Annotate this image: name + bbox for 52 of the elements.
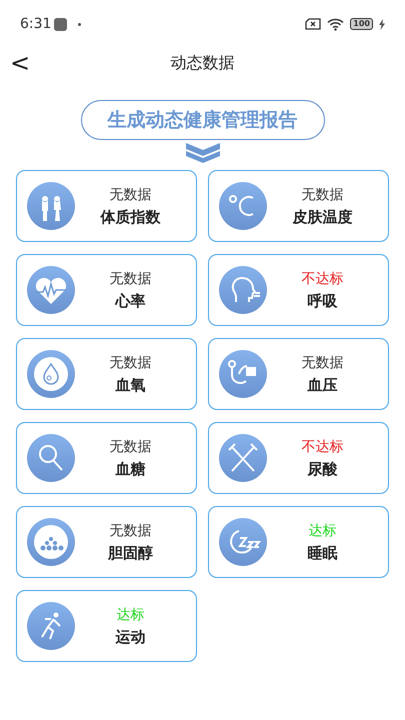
status-text: 无数据 bbox=[110, 354, 152, 372]
metric-card[interactable]: 无数据 血压 bbox=[208, 338, 389, 410]
metric-name: 血压 bbox=[308, 376, 338, 394]
metric-name: 尿酸 bbox=[308, 460, 338, 478]
metric-card[interactable]: 达标 运动 bbox=[16, 590, 197, 662]
dot-icon bbox=[78, 22, 82, 26]
metric-card[interactable]: 无数据 体质指数 bbox=[16, 170, 197, 242]
metric-name: 皮肤温度 bbox=[292, 208, 352, 226]
body-figures-icon bbox=[27, 182, 75, 230]
metric-name: 胆固醇 bbox=[108, 544, 153, 562]
status-text: 达标 bbox=[308, 522, 336, 540]
wifi-icon bbox=[327, 18, 344, 30]
metric-card[interactable]: 无数据 心率 bbox=[16, 254, 197, 326]
battery-level: 100 bbox=[350, 18, 373, 30]
dots-icon bbox=[27, 518, 75, 566]
metric-name: 血糖 bbox=[116, 460, 146, 478]
status-text: 无数据 bbox=[302, 186, 344, 204]
metric-name: 体质指数 bbox=[100, 208, 160, 226]
water-drop-icon bbox=[27, 350, 75, 398]
chevron-down-icon bbox=[184, 142, 220, 164]
metric-card[interactable]: 无数据 胆固醇 bbox=[16, 506, 197, 578]
metric-name: 呼吸 bbox=[308, 292, 338, 310]
metric-card[interactable]: 无数据 血糖 bbox=[16, 422, 197, 494]
metric-card[interactable]: 无数据 血氧 bbox=[16, 338, 197, 410]
clock-time: 6:31 bbox=[20, 16, 52, 32]
status-text: 无数据 bbox=[302, 354, 344, 372]
notification-icon bbox=[54, 18, 68, 30]
heart-pulse-icon bbox=[27, 266, 75, 314]
sim-icon bbox=[305, 18, 322, 30]
status-text: 达标 bbox=[116, 606, 144, 624]
metric-name: 运动 bbox=[116, 628, 146, 646]
status-text: 不达标 bbox=[302, 438, 344, 456]
back-button[interactable]: < bbox=[8, 48, 32, 78]
magnifier-icon bbox=[27, 434, 75, 482]
metric-name: 心率 bbox=[116, 292, 146, 310]
status-text: 无数据 bbox=[110, 522, 152, 540]
runner-icon bbox=[27, 602, 75, 650]
metric-name: 血氧 bbox=[116, 376, 146, 394]
page-title: 动态数据 bbox=[170, 52, 234, 74]
head-breath-icon bbox=[219, 266, 267, 314]
metric-name: 睡眠 bbox=[308, 544, 338, 562]
status-text: 无数据 bbox=[110, 438, 152, 456]
metric-card[interactable]: 达标 睡眠 bbox=[208, 506, 389, 578]
metric-card[interactable]: 不达标 呼吸 bbox=[208, 254, 389, 326]
celsius-icon bbox=[219, 182, 267, 230]
status-text: 不达标 bbox=[302, 270, 344, 288]
charging-icon bbox=[379, 18, 385, 30]
metric-card[interactable]: 无数据 皮肤温度 bbox=[208, 170, 389, 242]
moon-zzz-icon bbox=[219, 518, 267, 566]
status-text: 无数据 bbox=[110, 270, 152, 288]
status-text: 无数据 bbox=[110, 186, 152, 204]
metric-card[interactable]: 不达标 尿酸 bbox=[208, 422, 389, 494]
